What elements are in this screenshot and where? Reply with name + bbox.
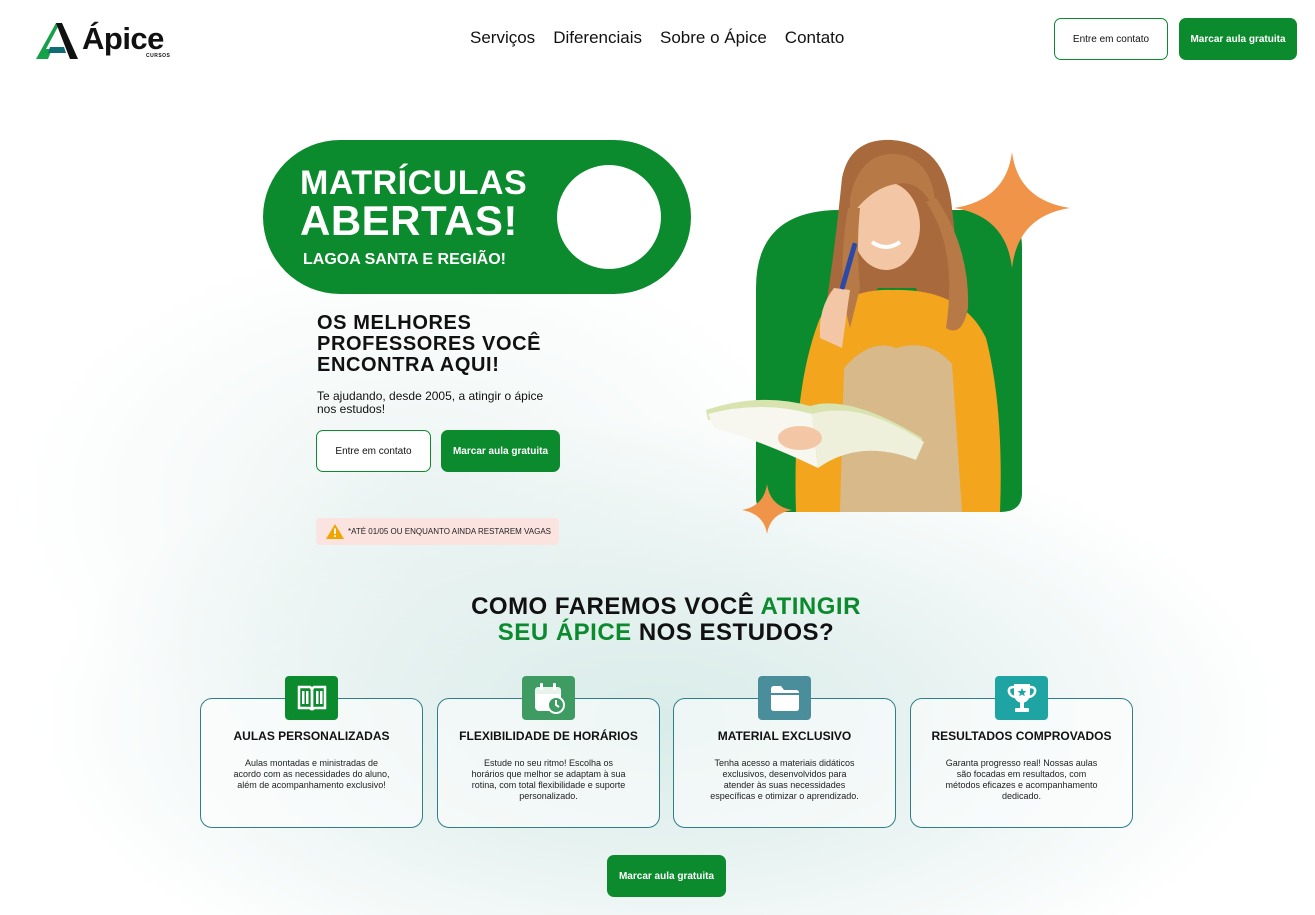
trophy-icon bbox=[995, 676, 1048, 720]
card-title: AULAS PERSONALIZADAS bbox=[233, 729, 390, 743]
notice-text: *ATÉ 01/05 OU ENQUANTO AINDA RESTAREM VA… bbox=[348, 527, 552, 536]
section-title: COMO FAREMOS VOCÊ ATINGIR SEU ÁPICE NOS … bbox=[330, 594, 1002, 646]
nav-contato[interactable]: Contato bbox=[785, 28, 845, 48]
main-nav: Serviços Diferenciais Sobre o Ápice Cont… bbox=[470, 28, 844, 48]
student-illustration bbox=[706, 139, 1070, 534]
card-title: RESULTADOS COMPROVADOS bbox=[931, 729, 1112, 743]
hero-title: OS MELHORES PROFESSORES VOCÊ ENCONTRA AQ… bbox=[317, 312, 542, 376]
calendar-clock-icon bbox=[522, 676, 575, 720]
card-title: FLEXIBILIDADE DE HORÁRIOS bbox=[459, 729, 638, 743]
card-text: Garanta progresso real! Nossas aulas são… bbox=[945, 758, 1098, 801]
card-text: Aulas montadas e ministradas de acordo c… bbox=[233, 758, 390, 790]
nav-sobre[interactable]: Sobre o Ápice bbox=[660, 28, 767, 48]
section-title-part2: NOS ESTUDOS? bbox=[631, 619, 835, 646]
brand-subtitle: CURSOS bbox=[146, 53, 171, 59]
banner-circle bbox=[557, 165, 661, 269]
brand-name: Ápice bbox=[82, 21, 164, 56]
warning-icon bbox=[326, 524, 344, 539]
card-text: Estude no seu ritmo! Escolha os horários… bbox=[471, 758, 626, 801]
banner-line3: LAGOA SANTA E REGIÃO! bbox=[303, 251, 506, 268]
section-title-highlight1: ATINGIR bbox=[760, 593, 861, 620]
section-schedule-button[interactable]: Marcar aula gratuita bbox=[607, 855, 726, 897]
header-schedule-button[interactable]: Marcar aula gratuita bbox=[1179, 18, 1297, 60]
nav-servicos[interactable]: Serviços bbox=[470, 28, 535, 48]
apice-logo-icon bbox=[36, 23, 78, 59]
nav-diferenciais[interactable]: Diferenciais bbox=[553, 28, 642, 48]
section-title-highlight2: SEU ÁPICE bbox=[497, 619, 632, 646]
card-text: Tenha acesso a materiais didáticos exclu… bbox=[710, 758, 859, 801]
book-icon bbox=[285, 676, 338, 720]
header-contact-button[interactable]: Entre em contato bbox=[1054, 18, 1168, 60]
hero-contact-button[interactable]: Entre em contato bbox=[316, 430, 431, 472]
hero-text: Te ajudando, desde 2005, a atingir o ápi… bbox=[317, 389, 544, 416]
brand-logo[interactable]: Ápice CURSOS bbox=[36, 20, 176, 60]
card-title: MATERIAL EXCLUSIVO bbox=[717, 729, 852, 743]
deadline-notice: *ATÉ 01/05 OU ENQUANTO AINDA RESTAREM VA… bbox=[316, 518, 559, 545]
folder-icon bbox=[758, 676, 811, 720]
banner-line2: ABERTAS! bbox=[300, 197, 518, 244]
section-title-part1: COMO FAREMOS VOCÊ bbox=[471, 593, 761, 620]
hero-schedule-button[interactable]: Marcar aula gratuita bbox=[441, 430, 560, 472]
enrollment-banner: MATRÍCULAS ABERTAS! LAGOA SANTA E REGIÃO… bbox=[263, 140, 691, 294]
